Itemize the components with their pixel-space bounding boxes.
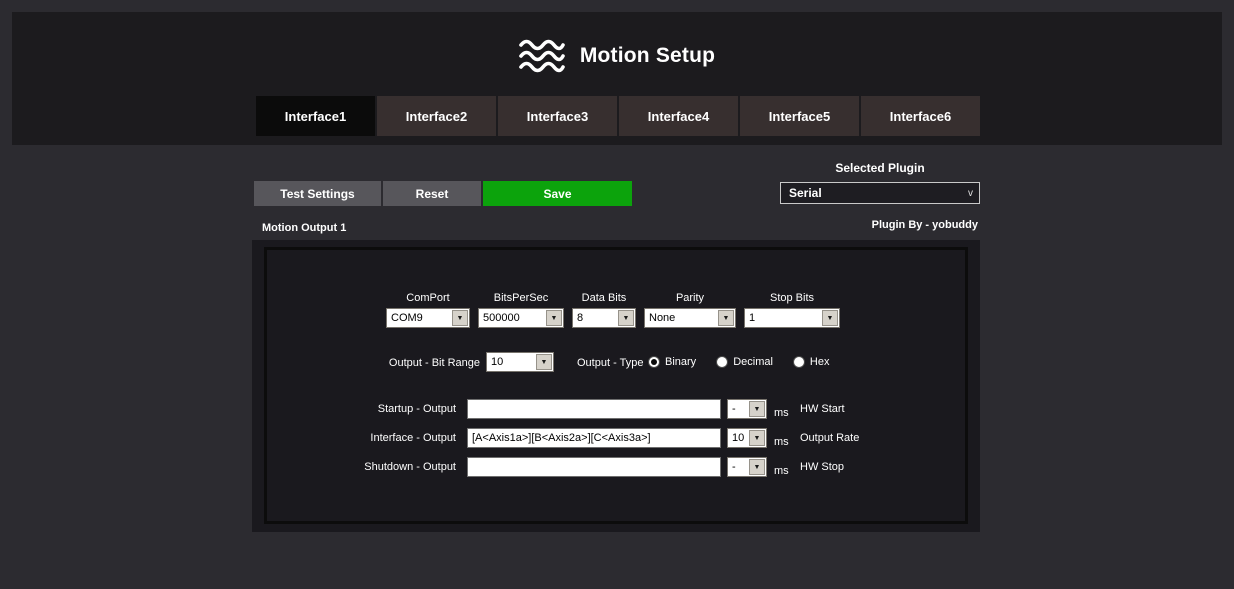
chevron-down-icon: ▼ bbox=[749, 459, 765, 475]
parity-select[interactable]: None ▼ bbox=[644, 308, 736, 328]
startup-ms-label: ms bbox=[774, 407, 789, 419]
stopbits-value: 1 bbox=[749, 312, 756, 324]
output-rate-label: Output Rate bbox=[800, 432, 860, 444]
shutdown-rate-value: - bbox=[732, 461, 736, 473]
plugin-select[interactable]: Serial v bbox=[780, 182, 980, 204]
radio-hex-label: Hex bbox=[809, 356, 830, 368]
plugin-select-value: Serial bbox=[789, 186, 822, 200]
hw-start-label: HW Start bbox=[800, 403, 845, 415]
motion-setup-window: Motion Setup Interface1 Interface2 Inter… bbox=[0, 0, 1234, 589]
startup-rate-select[interactable]: - ▼ bbox=[727, 399, 767, 419]
interface-tabbar: Interface1 Interface2 Interface3 Interfa… bbox=[256, 96, 980, 136]
radio-binary-label: Binary bbox=[665, 356, 697, 368]
parity-value: None bbox=[649, 312, 676, 324]
startup-rate-value: - bbox=[732, 403, 736, 415]
output-type-radio-group: Binary Decimal Hex bbox=[648, 352, 829, 372]
panel-inner-border bbox=[264, 247, 968, 524]
selected-plugin-label: Selected Plugin bbox=[835, 161, 925, 175]
output-rate-value: 10 bbox=[732, 432, 745, 444]
chevron-down-icon: v bbox=[968, 187, 973, 199]
shutdown-output-input[interactable] bbox=[467, 457, 721, 477]
chevron-down-icon: ▼ bbox=[749, 430, 765, 446]
radio-option-decimal[interactable]: Decimal bbox=[716, 356, 773, 368]
tab-interface1[interactable]: Interface1 bbox=[256, 96, 375, 136]
chevron-down-icon: ▼ bbox=[452, 310, 468, 326]
radio-decimal[interactable] bbox=[716, 356, 729, 368]
comport-label: ComPort bbox=[406, 292, 450, 304]
top-banner: Motion Setup Interface1 Interface2 Inter… bbox=[12, 12, 1222, 145]
chevron-down-icon: ▼ bbox=[718, 310, 734, 326]
chevron-down-icon: ▼ bbox=[618, 310, 634, 326]
bitspersec-label: BitsPerSec bbox=[493, 292, 549, 304]
tab-interface4[interactable]: Interface4 bbox=[619, 96, 738, 136]
bit-range-label: Output - Bit Range bbox=[388, 357, 480, 369]
app-title: Motion Setup bbox=[579, 44, 716, 67]
motion-output-panel: ComPort BitsPerSec Data Bits Parity Stop… bbox=[252, 240, 980, 532]
radio-decimal-label: Decimal bbox=[733, 356, 773, 368]
tab-interface5[interactable]: Interface5 bbox=[740, 96, 859, 136]
chevron-down-icon: ▼ bbox=[536, 354, 552, 370]
bit-range-select[interactable]: 10 ▼ bbox=[486, 352, 554, 372]
radio-option-hex[interactable]: Hex bbox=[792, 356, 830, 368]
databits-select[interactable]: 8 ▼ bbox=[572, 308, 636, 328]
startup-output-label: Startup - Output bbox=[377, 403, 456, 415]
motion-output-title: Motion Output 1 bbox=[262, 222, 347, 234]
radio-binary[interactable] bbox=[648, 356, 660, 368]
chevron-down-icon: ▼ bbox=[749, 401, 765, 417]
shutdown-output-label: Shutdown - Output bbox=[364, 461, 456, 473]
tab-interface3[interactable]: Interface3 bbox=[498, 96, 617, 136]
stopbits-select[interactable]: 1 ▼ bbox=[744, 308, 840, 328]
tab-interface6[interactable]: Interface6 bbox=[861, 96, 980, 136]
bitspersec-value: 500000 bbox=[483, 312, 520, 324]
interface-output-input[interactable] bbox=[467, 428, 721, 448]
bitspersec-select[interactable]: 500000 ▼ bbox=[478, 308, 564, 328]
output-type-label: Output - Type bbox=[577, 357, 644, 369]
bit-range-value: 10 bbox=[491, 356, 504, 368]
waves-icon bbox=[519, 39, 565, 73]
databits-value: 8 bbox=[577, 312, 584, 324]
databits-label: Data Bits bbox=[581, 292, 627, 304]
stopbits-label: Stop Bits bbox=[769, 292, 815, 304]
comport-value: COM9 bbox=[391, 312, 423, 324]
interface-output-label: Interface - Output bbox=[370, 432, 456, 444]
radio-option-binary[interactable]: Binary bbox=[648, 356, 696, 368]
output-rate-select[interactable]: 10 ▼ bbox=[727, 428, 767, 448]
test-settings-button[interactable]: Test Settings bbox=[254, 181, 381, 206]
interface-ms-label: ms bbox=[774, 436, 789, 448]
shutdown-ms-label: ms bbox=[774, 465, 789, 477]
hw-stop-label: HW Stop bbox=[800, 461, 845, 473]
app-brand: Motion Setup bbox=[12, 38, 1222, 74]
radio-hex[interactable] bbox=[792, 356, 805, 368]
reset-button[interactable]: Reset bbox=[383, 181, 481, 206]
save-button[interactable]: Save bbox=[483, 181, 632, 206]
parity-label: Parity bbox=[675, 292, 705, 304]
startup-output-input[interactable] bbox=[467, 399, 721, 419]
tab-interface2[interactable]: Interface2 bbox=[377, 96, 496, 136]
comport-select[interactable]: COM9 ▼ bbox=[386, 308, 470, 328]
chevron-down-icon: ▼ bbox=[546, 310, 562, 326]
chevron-down-icon: ▼ bbox=[822, 310, 838, 326]
shutdown-rate-select[interactable]: - ▼ bbox=[727, 457, 767, 477]
plugin-by-label: Plugin By - yobuddy bbox=[871, 219, 978, 231]
